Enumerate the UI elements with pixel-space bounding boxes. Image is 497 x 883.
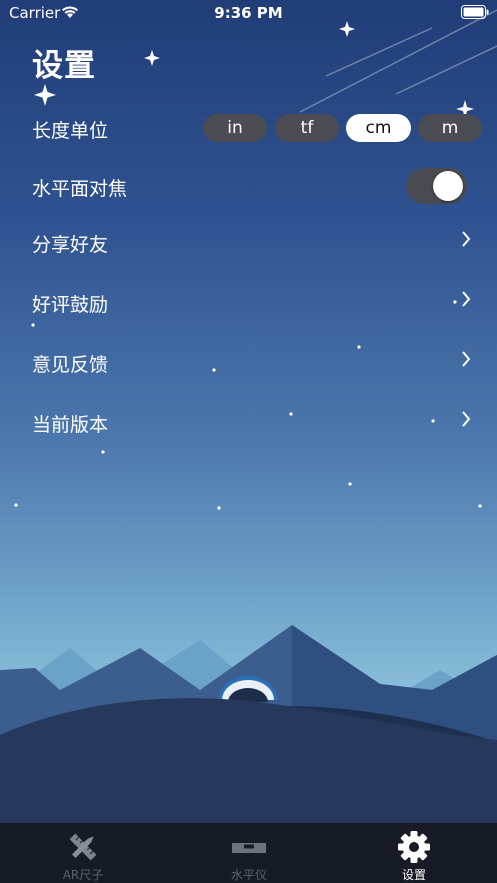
clock: 9:36 PM — [214, 4, 283, 22]
page-title: 设置 — [32, 48, 96, 84]
rate-app-row[interactable]: 好评鼓励 — [0, 278, 497, 326]
battery-icon — [461, 5, 489, 19]
current-version-row[interactable]: 当前版本 — [0, 398, 497, 446]
tab-spirit-level[interactable]: 水平仪 — [166, 823, 332, 883]
chevron-right-icon — [462, 351, 471, 367]
tab-settings-label: 设置 — [401, 868, 426, 882]
tab-bar: AR尺子 水平仪 设置 — [0, 823, 497, 883]
share-friends-row[interactable]: 分享好友 — [0, 218, 497, 266]
unit-option-cm[interactable]: cm — [346, 114, 411, 142]
share-friends-label: 分享好友 — [32, 234, 109, 256]
horizontal-focus-toggle[interactable] — [406, 168, 467, 204]
tab-ar-ruler[interactable]: AR尺子 — [0, 823, 166, 883]
chevron-right-icon — [462, 231, 471, 247]
chevron-right-icon — [462, 291, 471, 307]
tab-ar-ruler-label: AR尺子 — [62, 868, 104, 882]
gear-icon — [398, 831, 430, 863]
ruler-pencil-icon — [69, 833, 97, 861]
rate-app-label: 好评鼓励 — [32, 294, 109, 316]
toggle-knob — [433, 171, 463, 201]
feedback-label: 意见反馈 — [32, 354, 109, 376]
length-unit-label: 长度单位 — [32, 120, 109, 142]
unit-option-m[interactable]: m — [418, 114, 482, 142]
unit-option-in[interactable]: in — [203, 114, 267, 142]
spirit-level-icon — [232, 843, 266, 853]
status-bar: Carrier 9:36 PM — [0, 0, 497, 26]
feedback-row[interactable]: 意见反馈 — [0, 338, 497, 386]
current-version-label: 当前版本 — [32, 414, 109, 436]
chevron-right-icon — [462, 411, 471, 427]
tab-spirit-level-label: 水平仪 — [230, 868, 267, 882]
tab-settings[interactable]: 设置 — [331, 823, 497, 883]
unit-option-tf[interactable]: tf — [275, 114, 339, 142]
horizontal-focus-label: 水平面对焦 — [32, 178, 128, 200]
